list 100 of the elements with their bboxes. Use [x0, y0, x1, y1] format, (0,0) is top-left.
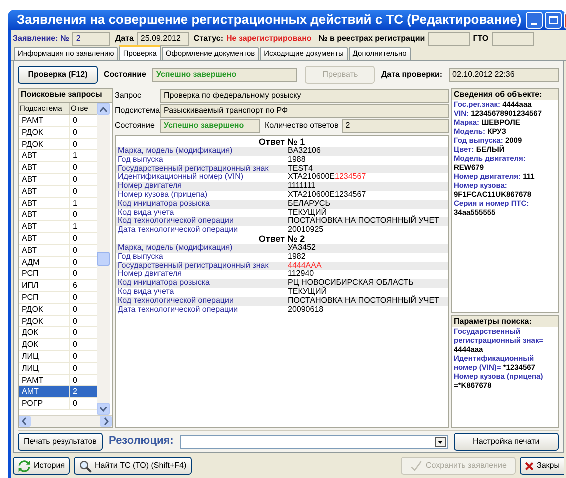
answer-count-cell-text: 0 [72, 362, 78, 374]
field-value: BA32106 [288, 147, 321, 156]
answer-count-field[interactable]: 2 [342, 118, 449, 132]
field-label: Код вида учета [117, 288, 174, 297]
gto-field[interactable] [492, 32, 534, 46]
vertical-scrollbar[interactable] [97, 103, 110, 415]
field-label: Государственный регистрационный знак [117, 164, 270, 173]
subsystem-cell: ДОК [19, 327, 70, 338]
subsystem-cell: РДОК [19, 304, 70, 315]
answer-count-cell-text: 0 [72, 304, 78, 315]
field-label: Марка, модель (модификация) [117, 147, 234, 156]
field-label: Номер двигателя [117, 270, 184, 280]
field-value: 112940 [288, 270, 314, 279]
subsystem-cell: АДМ [19, 256, 70, 268]
search-params-title: Параметры поиска: [452, 316, 558, 327]
close-icon [525, 460, 534, 472]
field-value: ТЕКУЩИЙ [288, 208, 328, 218]
maximize-button[interactable] [544, 12, 562, 28]
subsystem-cell: РДОК [19, 316, 70, 326]
object-info-title: Сведения об объекте: [452, 89, 558, 100]
print-results-button[interactable]: Печать результатов [18, 432, 103, 450]
resolution-label: Резолюция: [109, 434, 174, 450]
field-label: Код инициатора розыска [117, 279, 211, 288]
registry-number-field[interactable] [428, 32, 470, 46]
subsystem-cell: АВТ [19, 174, 70, 185]
answer-count-label: Количество ответов [265, 120, 339, 132]
subsystem-cell: ИПЛ [19, 280, 70, 291]
status-label: Статус: [194, 32, 224, 44]
answer-count-cell-text: 6 [72, 280, 78, 291]
search-queries-title: Поисковые запросы [20, 89, 104, 101]
close-button[interactable]: Закры [520, 457, 564, 475]
subsystem-cell: РОГР [19, 398, 70, 409]
field-label: Номер кузова (прицепа) [117, 190, 209, 200]
field-label: Марка, модель (модификация) [117, 244, 234, 253]
field-value: ПОСТАНОВКА НА ПОСТОЯННЫЙ УЧЕТ [288, 296, 440, 306]
query-row[interactable]: АМТ 2 [19, 386, 97, 398]
resolution-dropdown[interactable] [180, 434, 448, 448]
answer-count-cell-text: 0 [72, 186, 78, 197]
answer-count-cell-text: 2 [72, 386, 78, 398]
field-value: РЦ НОВОСИБИРСКАЯ ОБЛАСТЬ [288, 279, 414, 288]
subsystem-cell: АВТ [19, 209, 70, 220]
find-button[interactable]: Найти ТС (ТО) (Shift+F4) [74, 457, 192, 475]
scrollbar-thumb[interactable] [97, 252, 110, 266]
field-value: TEST4 [288, 164, 313, 173]
field-value: УАЗ452 [288, 244, 316, 253]
print-settings-button[interactable]: Настройка печати [454, 432, 559, 450]
gto-label: ГТО [473, 32, 489, 44]
field-value: 1988 [288, 156, 306, 165]
window-title: Заявления на совершение регистрационных действий с ТС (Редактирование) [17, 11, 522, 30]
answer-count-cell-text: 0 [72, 292, 78, 303]
answer-count-cell-text: 0 [72, 398, 78, 409]
subsystem-cell: РАМТ [19, 115, 70, 126]
subsystem-cell: АВТ [19, 162, 70, 173]
subsystem-cell: РДОК [19, 126, 70, 138]
answer-count-cell-text: 0 [72, 115, 78, 126]
answer-count-cell-text: 0 [72, 126, 78, 138]
field-label: Номер двигателя [117, 182, 184, 191]
check-date-field[interactable]: 02.10.2012 22:36 [448, 68, 559, 82]
answer-count-cell-text: 0 [72, 174, 78, 185]
check-date-label: Дата проверки: [381, 69, 443, 81]
query-field[interactable]: Проверка по федеральному розыску [160, 88, 449, 102]
answer-count-cell-text: 0 [72, 316, 78, 326]
status-value: Не зарегистрировано [226, 32, 312, 44]
subsystem-cell: РДОК [19, 138, 70, 150]
subsystem-cell: АВТ [19, 150, 70, 162]
subsystem-field[interactable]: Разыскиваемый транспорт по РФ [160, 104, 449, 118]
refresh-icon [18, 460, 31, 472]
subsystem-cell: ЛИЦ [19, 350, 70, 362]
answer-count-cell-text: 1 [72, 221, 78, 232]
field-label: Код технологической операции [117, 296, 235, 306]
minimize-button[interactable] [526, 12, 543, 28]
field-value: 20090618 [288, 306, 324, 314]
state-label: Состояние [104, 69, 146, 81]
field-label: Год выпуска [117, 156, 164, 165]
answer-count-cell-text: 0 [72, 350, 78, 362]
field-value: 4444AAA [288, 262, 322, 270]
subsystem-cell: АВТ [19, 232, 70, 244]
history-button[interactable]: История [13, 457, 70, 475]
field-value: XTA210600E1234567 [288, 173, 366, 182]
answer-title: Ответ № 2 [258, 234, 306, 244]
answer-title: Ответ № 1 [258, 138, 306, 147]
field-label: Идентификационный номер (VIN) [117, 173, 244, 182]
field-value: 20010925 [288, 226, 324, 235]
horizontal-scrollbar[interactable] [19, 415, 112, 427]
registry-number-label: № в реестрах регистрации [318, 32, 426, 44]
subsystem-cell: РАМТ [19, 374, 70, 386]
subsystem-cell: АВТ [19, 244, 70, 256]
field-label: Дата технологической операции [117, 306, 240, 314]
answer-count-cell-text: 0 [72, 244, 78, 256]
field-label: Дата технологической операции [117, 226, 240, 235]
answer-count-cell-text: 1 [72, 198, 78, 208]
field-label: Код инициатора розыска [117, 200, 211, 208]
field-value: БЕЛАРУСЬ [288, 200, 330, 208]
field-value: ПОСТАНОВКА НА ПОСТОЯННЫЙ УЧЕТ [288, 217, 440, 226]
date-field[interactable]: 25.09.2012 [136, 32, 189, 46]
answer-count-cell-text: 0 [72, 327, 78, 338]
subsystem-cell: РСП [19, 292, 70, 303]
application-number-field[interactable]: 2 [72, 32, 110, 46]
check-button[interactable]: Проверка (F12) [18, 66, 98, 84]
field-label: Код вида учета [117, 208, 174, 217]
